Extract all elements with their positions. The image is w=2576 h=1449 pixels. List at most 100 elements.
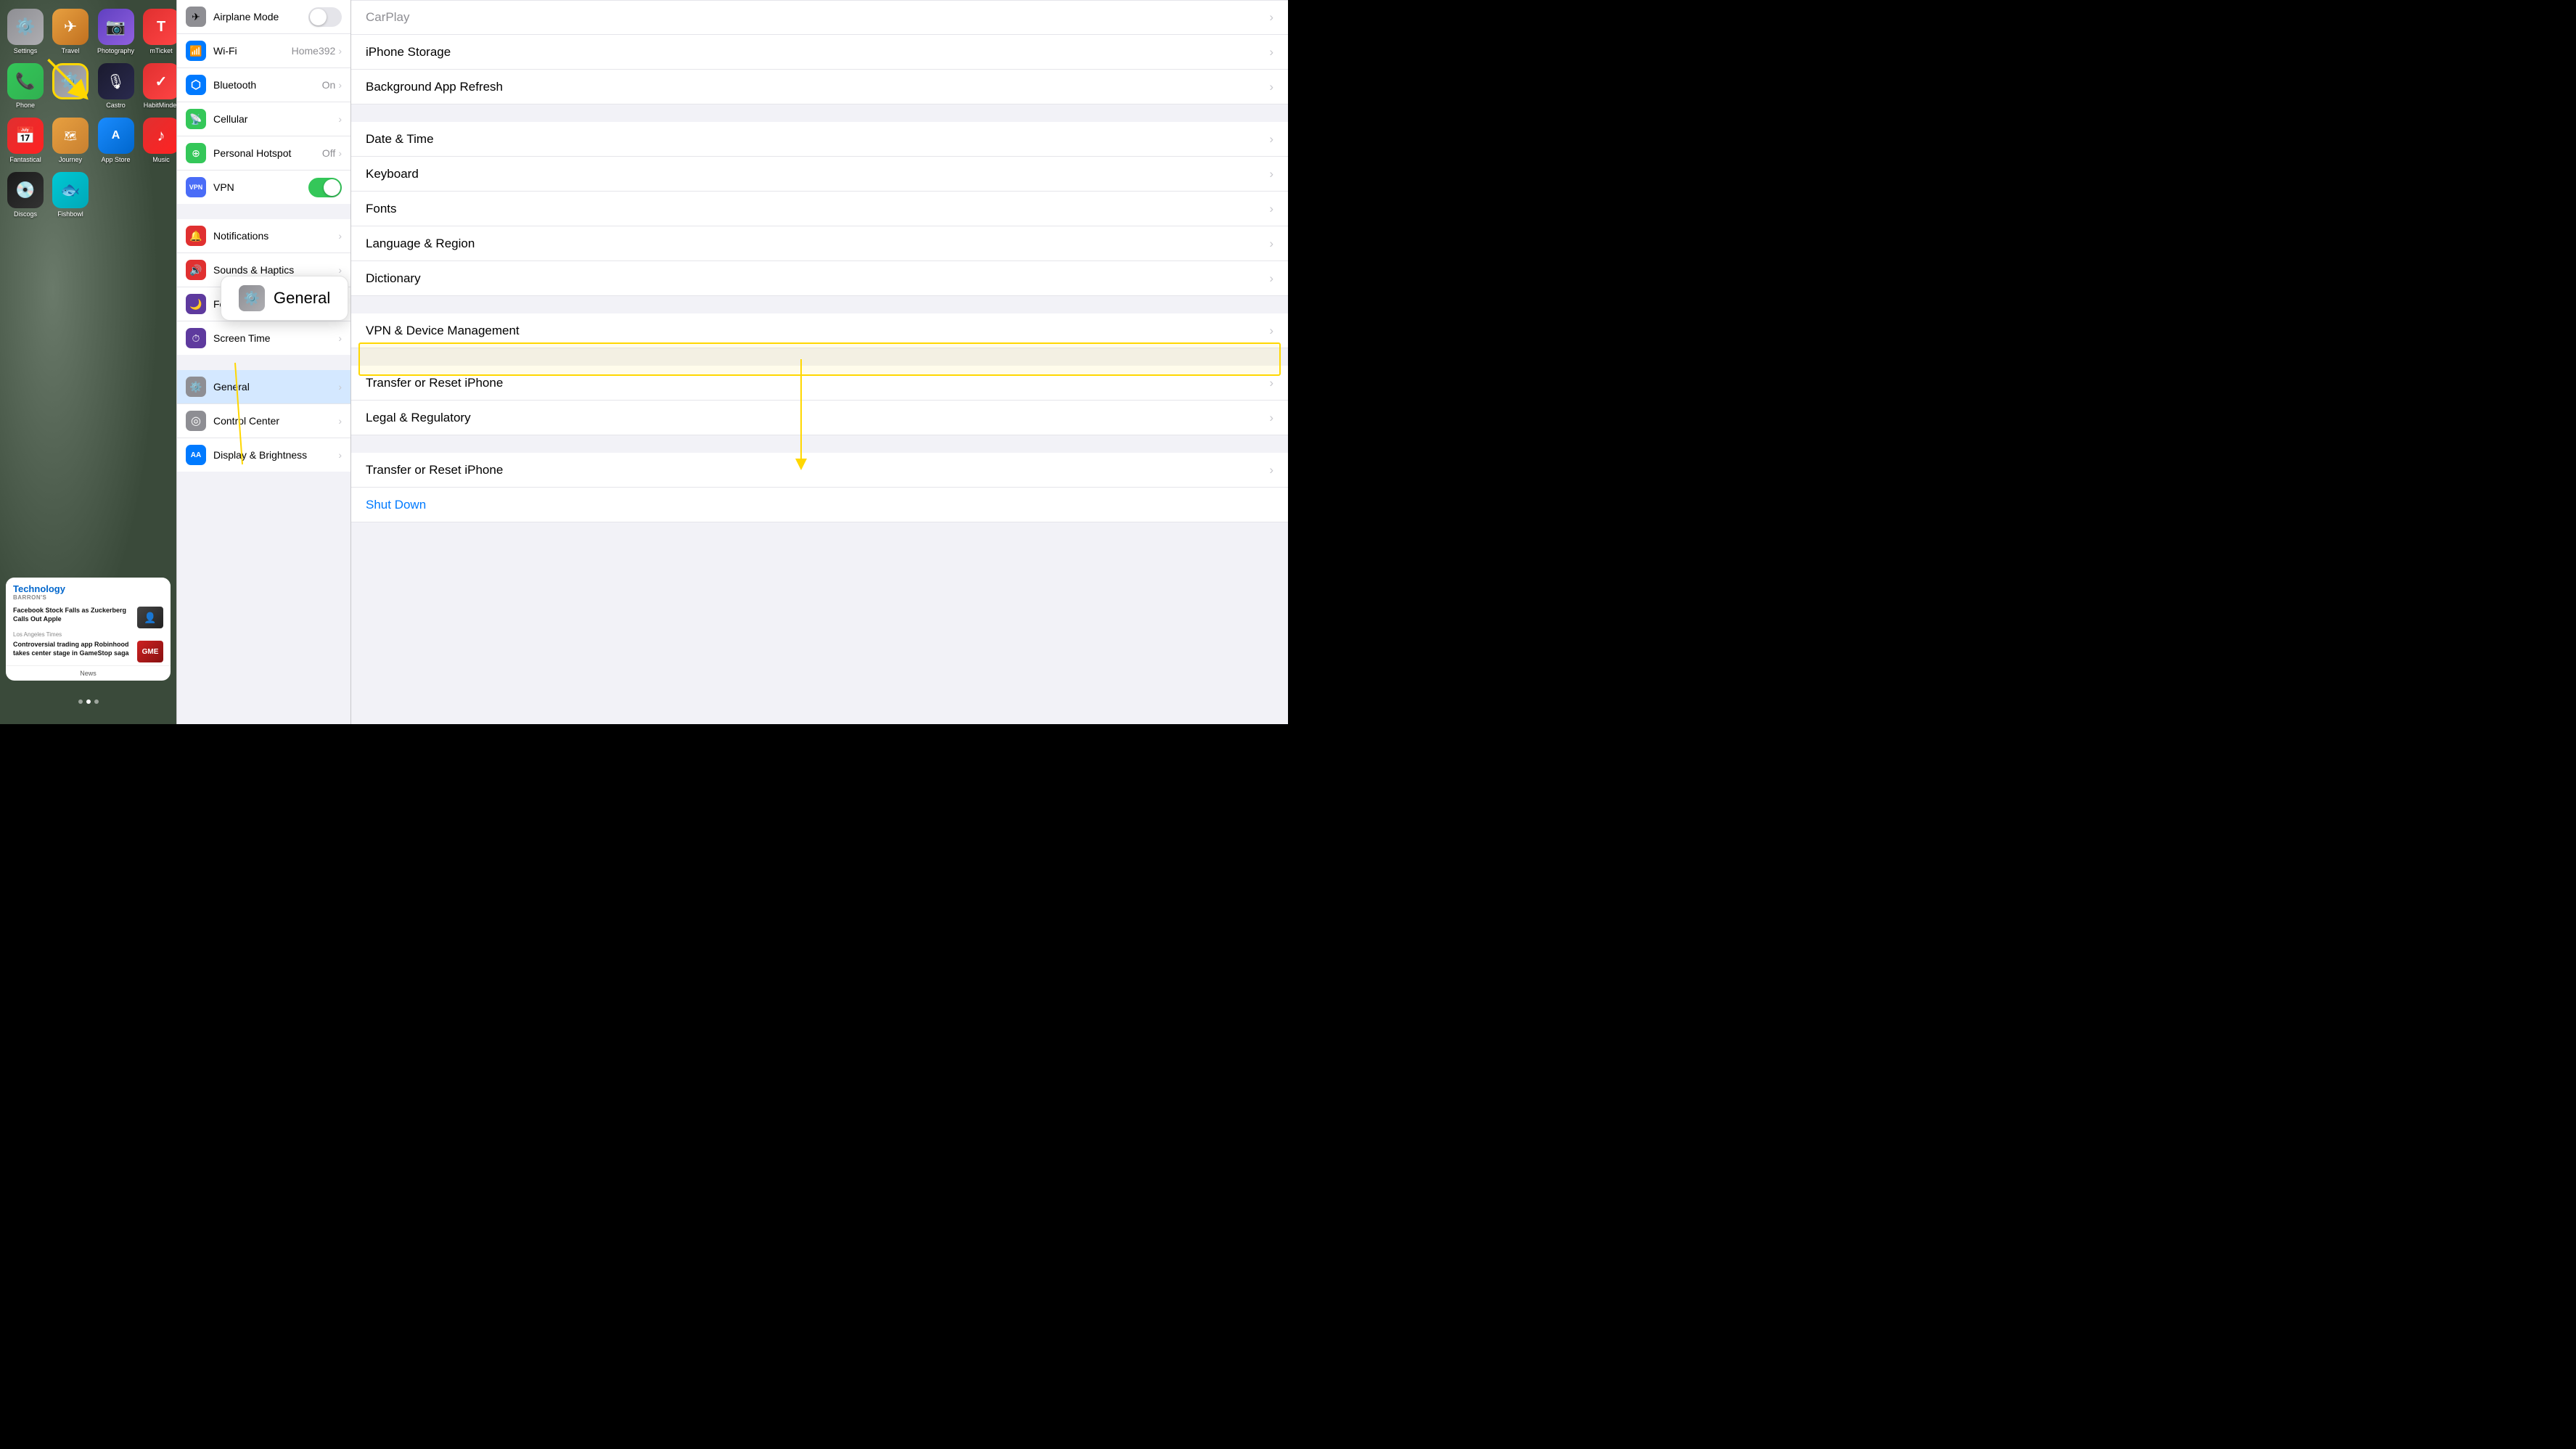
fishbowl-app-icon[interactable]: 🐟 <box>52 172 89 208</box>
app-icon-settings[interactable]: ⚙️ Settings <box>7 9 44 54</box>
news-article-1[interactable]: Facebook Stock Falls as Zuckerberg Calls… <box>6 604 171 631</box>
general-icon: ⚙️ <box>186 377 206 397</box>
app-label-appstore: App Store <box>102 156 131 163</box>
hotspot-value: Off <box>322 147 335 159</box>
news-source-2: Los Angeles Times <box>6 631 171 638</box>
bluetooth-chevron: › <box>338 79 342 91</box>
habitminder-app-icon[interactable]: ✓ <box>143 63 176 99</box>
dictionary-chevron: › <box>1269 271 1273 286</box>
music-app-icon[interactable]: ♪ <box>143 118 176 154</box>
vpn-row[interactable]: VPN VPN <box>177 171 350 204</box>
mticket-app-icon[interactable]: T <box>143 9 176 45</box>
fantastical-app-icon[interactable]: 📅 <box>7 118 44 154</box>
airplane-mode-toggle[interactable] <box>308 7 342 27</box>
general-section: ⚙️ General › ◎ Control Center › AA Displ… <box>177 370 350 472</box>
legal-row[interactable]: Legal & Regulatory › <box>351 401 1288 435</box>
app-icon-fishbowl[interactable]: 🐟 Fishbowl <box>52 172 89 218</box>
carplay-row[interactable]: CarPlay › <box>351 0 1288 35</box>
dictionary-label: Dictionary <box>366 271 1269 286</box>
wifi-label: Wi-Fi <box>213 45 292 57</box>
dictionary-row[interactable]: Dictionary › <box>351 261 1288 296</box>
app-label-phone: Phone <box>16 102 35 109</box>
general-chevron: › <box>338 381 342 393</box>
vpn-toggle-thumb <box>324 179 340 196</box>
iphone-storage-chevron: › <box>1269 45 1273 59</box>
news-article-2[interactable]: Controversial trading app Robinhood take… <box>6 638 171 665</box>
travel-app-icon[interactable]: ✈ <box>52 9 89 45</box>
app-icon-mticket[interactable]: T mTicket <box>143 9 176 54</box>
section-gap-1 <box>177 205 350 219</box>
date-time-chevron: › <box>1269 132 1273 147</box>
app-label-music: Music <box>152 156 170 163</box>
vpn-toggle[interactable] <box>308 178 342 197</box>
background-refresh-row[interactable]: Background App Refresh › <box>351 70 1288 104</box>
general-settings-panel: CarPlay › iPhone Storage › Background Ap… <box>350 0 1288 724</box>
hotspot-label: Personal Hotspot <box>213 147 322 159</box>
legal-chevron: › <box>1269 411 1273 425</box>
sounds-label: Sounds & Haptics <box>213 264 338 276</box>
legal-label: Legal & Regulatory <box>366 411 1269 425</box>
journey-app-icon[interactable]: 🗺 <box>52 118 89 154</box>
airplane-mode-row[interactable]: ✈ Airplane Mode <box>177 0 350 34</box>
app-icon-discogs[interactable]: 💿 Discogs <box>7 172 44 218</box>
app-icon-phone[interactable]: 📞 Phone <box>7 63 44 109</box>
app-icon-music[interactable]: ♪ Music <box>143 118 176 163</box>
cellular-label: Cellular <box>213 113 338 125</box>
vpn-device-row[interactable]: VPN & Device Management › <box>351 313 1288 348</box>
cellular-chevron: › <box>338 113 342 125</box>
display-label: Display & Brightness <box>213 449 338 461</box>
date-time-row[interactable]: Date & Time › <box>351 122 1288 157</box>
language-region-row[interactable]: Language & Region › <box>351 226 1288 261</box>
app-icon-photography[interactable]: 📷 Photography <box>97 9 134 54</box>
sounds-chevron: › <box>338 264 342 276</box>
section-gap-2 <box>177 356 350 370</box>
transfer-reset2-row[interactable]: Transfer or Reset iPhone › <box>351 453 1288 488</box>
castro-app-icon[interactable]: 🎙 <box>98 63 134 99</box>
fonts-label: Fonts <box>366 202 1269 216</box>
discogs-app-icon[interactable]: 💿 <box>7 172 44 208</box>
app-icon-fantastical[interactable]: 📅 Fantastical <box>7 118 44 163</box>
control-center-row[interactable]: ◎ Control Center › <box>177 404 350 438</box>
app-icon-journey[interactable]: 🗺 Journey <box>52 118 89 163</box>
display-brightness-row[interactable]: AA Display & Brightness › <box>177 438 350 472</box>
control-center-chevron: › <box>338 415 342 427</box>
iphone-homescreen: ⚙️ Settings ✈ Travel 📷 Photography T mTi… <box>0 0 176 724</box>
hotspot-row[interactable]: ⊕ Personal Hotspot Off › <box>177 136 350 171</box>
keyboard-row[interactable]: Keyboard › <box>351 157 1288 192</box>
app-label-fantastical: Fantastical <box>9 156 41 163</box>
phone-app-icon[interactable]: 📞 <box>7 63 44 99</box>
transfer-reset-row[interactable]: Transfer or Reset iPhone › <box>351 366 1288 401</box>
airplane-mode-label: Airplane Mode <box>213 11 308 22</box>
general-popup-icon: ⚙️ <box>239 285 265 311</box>
news-thumbnail-2: GME <box>137 641 163 662</box>
fonts-row[interactable]: Fonts › <box>351 192 1288 226</box>
screentime-row[interactable]: ⏱ Screen Time › <box>177 321 350 355</box>
app-label-photography: Photography <box>97 47 134 54</box>
app-icon-appstore[interactable]: A App Store <box>97 118 134 163</box>
app-label-travel: Travel <box>62 47 80 54</box>
news-widget[interactable]: Technology BARRON'S Facebook Stock Falls… <box>6 578 171 681</box>
news-category: Technology <box>13 583 163 594</box>
app-icon-habitminder[interactable]: ✓ HabitMinder <box>143 63 176 109</box>
photography-app-icon[interactable]: 📷 <box>98 9 134 45</box>
news-thumbnail-1: 👤 <box>137 607 163 628</box>
general-row[interactable]: ⚙️ General › <box>177 370 350 404</box>
settings-app-icon[interactable]: ⚙️ <box>7 9 44 45</box>
cellular-row[interactable]: 📡 Cellular › <box>177 102 350 136</box>
shutdown-row[interactable]: Shut Down <box>351 488 1288 522</box>
appstore-app-icon[interactable]: A <box>98 118 134 154</box>
bluetooth-row[interactable]: ⬡ Bluetooth On › <box>177 68 350 102</box>
general-popup-label: General <box>274 289 330 308</box>
page-dot-2 <box>94 699 99 704</box>
news-headline-2: Controversial trading app Robinhood take… <box>13 641 133 657</box>
vpn-device-chevron: › <box>1269 324 1273 338</box>
wifi-row[interactable]: 📶 Wi-Fi Home392 › <box>177 34 350 68</box>
iphone-storage-row[interactable]: iPhone Storage › <box>351 35 1288 70</box>
app-icon-settings-highlighted[interactable]: ⚙️ <box>52 63 89 109</box>
news-source-1: BARRON'S <box>13 594 163 601</box>
app-label-habitminder: HabitMinder <box>144 102 176 109</box>
app-icon-castro[interactable]: 🎙 Castro <box>97 63 134 109</box>
notifications-row[interactable]: 🔔 Notifications › <box>177 219 350 253</box>
app-icon-travel[interactable]: ✈ Travel <box>52 9 89 54</box>
settings-highlighted-icon[interactable]: ⚙️ <box>52 63 89 99</box>
